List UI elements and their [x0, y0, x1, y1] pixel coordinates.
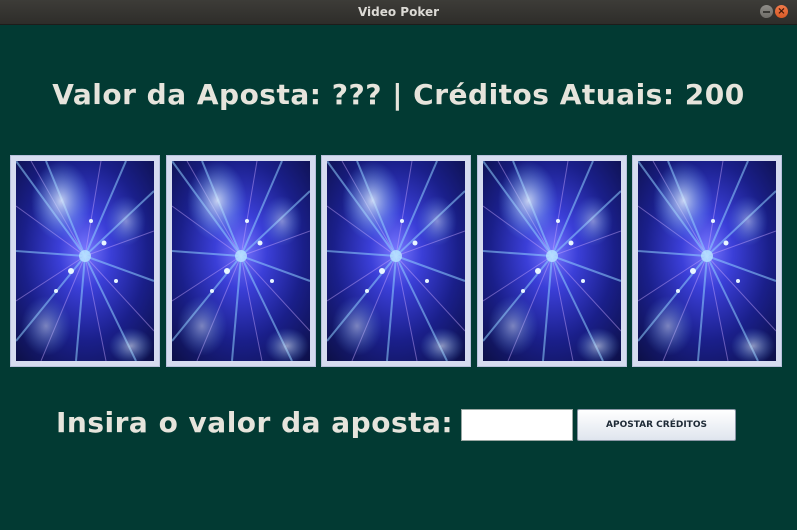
- close-icon[interactable]: ×: [775, 5, 788, 18]
- card-4[interactable]: [477, 155, 627, 367]
- window-titlebar[interactable]: Video Poker ×: [0, 0, 797, 25]
- card-1[interactable]: [10, 155, 160, 367]
- place-bet-button[interactable]: APOSTAR CRÉDITOS: [577, 409, 736, 441]
- bet-amount-label: Valor da Aposta:: [52, 78, 322, 111]
- bet-input-label: Insira o valor da aposta:: [56, 406, 454, 439]
- card-back-image: [483, 161, 621, 361]
- card-5[interactable]: [632, 155, 782, 367]
- credits-value: 200: [684, 78, 745, 111]
- credits-label: Créditos Atuais:: [413, 78, 675, 111]
- card-3[interactable]: [321, 155, 471, 367]
- window-title: Video Poker: [357, 5, 440, 19]
- bet-credits-header: Valor da Aposta: ??? | Créditos Atuais: …: [0, 78, 797, 111]
- card-back-image: [16, 161, 154, 361]
- card-2[interactable]: [166, 155, 316, 367]
- card-back-image: [327, 161, 465, 361]
- bet-amount-input[interactable]: [461, 409, 573, 441]
- card-back-image: [638, 161, 776, 361]
- card-back-image: [172, 161, 310, 361]
- card-hand: [0, 155, 797, 367]
- header-separator: |: [392, 78, 403, 111]
- bet-amount-value: ???: [331, 78, 382, 111]
- minimize-icon[interactable]: [760, 5, 773, 18]
